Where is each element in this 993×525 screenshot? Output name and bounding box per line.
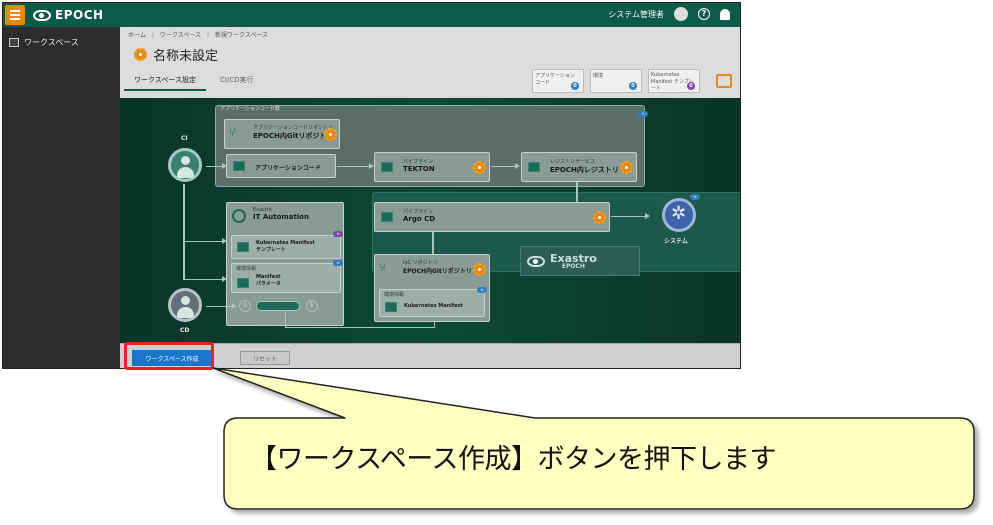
cube-icon (237, 278, 249, 288)
breadcrumb-new-workspace: 新規ワークスペース (207, 30, 268, 39)
sidebar-item-label: ワークスペース (24, 38, 79, 47)
epoch-logo[interactable]: EPOCH (33, 7, 104, 23)
count-environment[interactable]: 環境 0 (590, 69, 642, 93)
gear-icon[interactable] (620, 161, 633, 174)
gear-icon[interactable] (473, 263, 486, 276)
workflow-diagram: アプリケーションコード群 ＋ ⑂ アプリケーションコードリポジトリ EPOCH内… (120, 98, 740, 343)
app-screenshot: EPOCH システム管理者 ? ワークスペース ホーム ワークスペース 新規ワー… (2, 2, 741, 369)
cube-icon (381, 212, 393, 222)
start-node: S (239, 300, 251, 312)
count-badge: 0 (629, 82, 637, 90)
iac-repo-card[interactable]: ⑂ IaC リポジトリ EPOCH内Gitリポジトリ 環境情報 Kubernet… (374, 254, 490, 322)
manifest-template-card[interactable]: Kubernetes Manifest テンプレート (231, 235, 341, 259)
gear-icon[interactable] (324, 128, 337, 141)
top-bar: EPOCH システム管理者 ? (3, 3, 740, 27)
ci-user-icon (168, 148, 202, 182)
breadcrumb-workspace[interactable]: ワークスペース (152, 30, 201, 39)
env-box: 環境情報 Manifest パラメータ (231, 263, 341, 293)
app-repo-card[interactable]: ⑂ アプリケーションコードリポジトリ EPOCH内Gitリポジトリ (224, 119, 340, 149)
exastro-epoch-logo: Exastro EPOCH (520, 246, 640, 276)
help-icon[interactable]: ? (698, 8, 710, 20)
brand-name: EPOCH (55, 8, 104, 22)
settings-list-icon[interactable] (716, 74, 732, 88)
hamburger-menu-icon[interactable] (5, 5, 25, 25)
gear-icon[interactable] (473, 161, 486, 174)
cube-icon (385, 302, 397, 312)
template-chip[interactable]: ≡ (333, 231, 343, 237)
user-name: システム管理者 (608, 9, 664, 19)
cd-user-icon (168, 288, 202, 322)
breadcrumb: ホーム ワークスペース 新規ワークスペース (128, 30, 268, 39)
page-title: 名称未設定 (134, 45, 218, 64)
count-badge: 0 (571, 82, 579, 90)
callout-text: 【ワークスペース作成】ボタンを押下します (250, 444, 776, 475)
cube-icon (233, 161, 245, 171)
eye-logo-icon (527, 255, 545, 267)
avatar[interactable] (674, 7, 688, 21)
reset-button[interactable]: リセット (240, 351, 290, 365)
count-manifest-template[interactable]: Kubernetes Manifest テンプレート 0 (648, 69, 700, 93)
page-title-text: 名称未設定 (153, 49, 219, 64)
tab-workspace-settings[interactable]: ワークスペース設定 (124, 71, 206, 91)
bell-icon[interactable] (720, 8, 730, 20)
tab-cicd-run[interactable]: CI/CD実行 (210, 71, 264, 91)
gear-icon[interactable] (593, 211, 606, 224)
cube-icon (528, 162, 540, 172)
cube-icon (237, 242, 249, 252)
git-branch-icon: ⑂ (379, 260, 387, 274)
main-content: ホーム ワークスペース 新規ワークスペース 名称未設定 ワークスペース設定 CI… (120, 27, 740, 368)
workspace-icon (9, 38, 19, 47)
registry-card[interactable]: レジストリサービス EPOCH内レジストリ (521, 152, 637, 182)
env-box: 環境情報 Kubernetes Manifest (379, 289, 485, 317)
system-chip[interactable]: ≡ (690, 194, 700, 200)
env-chip[interactable]: ≡ (477, 287, 487, 293)
add-chip[interactable]: ＋ (638, 111, 648, 117)
breadcrumb-home[interactable]: ホーム (128, 30, 146, 39)
sidebar: ワークスペース (3, 27, 120, 368)
count-app-code[interactable]: アプリケーション コード 0 (532, 69, 584, 93)
tekton-card[interactable]: パイプライン TEKTON (374, 152, 490, 182)
eye-logo-icon (33, 9, 51, 21)
count-badge: 0 (687, 82, 695, 90)
app-code-card[interactable]: アプリケーションコード (226, 154, 336, 178)
argocd-card[interactable]: パイプライン Argo CD (374, 202, 610, 232)
count-panel: アプリケーション コード 0 環境 0 Kubernetes Manifest テン… (532, 69, 700, 93)
exastro-eye-icon (232, 209, 246, 223)
env-chip[interactable]: ≡ (333, 260, 343, 266)
cube-icon (381, 162, 393, 172)
tab-bar: ワークスペース設定 CI/CD実行 (124, 71, 264, 91)
git-branch-icon: ⑂ (229, 125, 237, 139)
end-node: E (306, 300, 318, 312)
cd-progress-pill (256, 301, 300, 311)
highlight-box (124, 342, 214, 370)
gear-icon (134, 48, 147, 61)
system-icon (662, 198, 696, 232)
sidebar-item-workspace[interactable]: ワークスペース (3, 27, 120, 58)
